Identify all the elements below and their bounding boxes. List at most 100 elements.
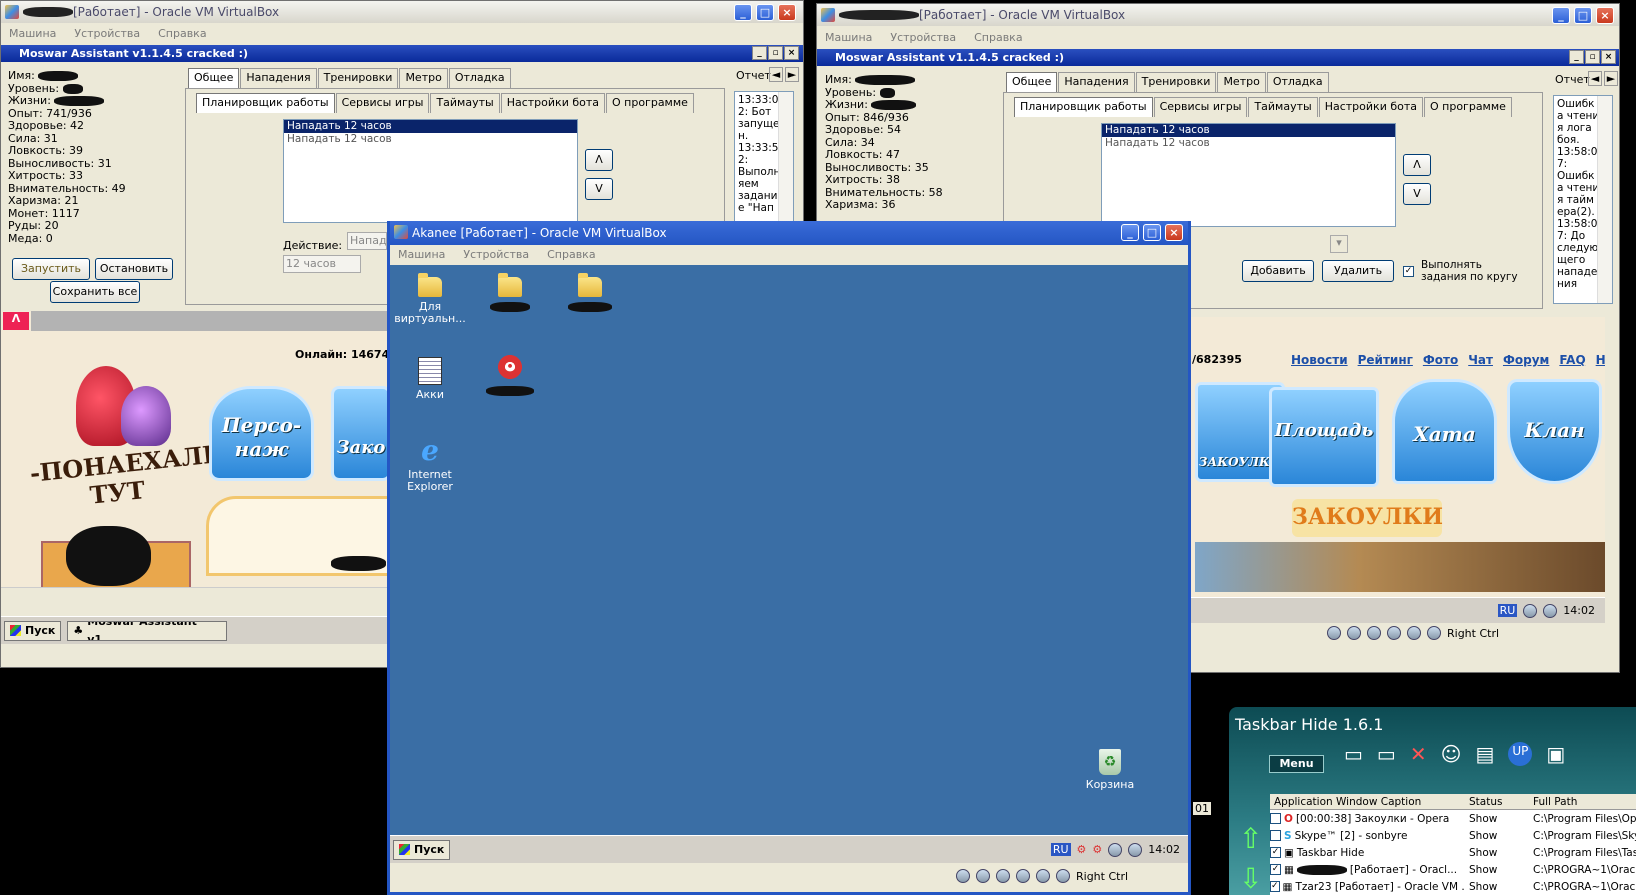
maximize-button[interactable]: □ (756, 4, 774, 21)
row-checkbox[interactable] (1270, 813, 1281, 824)
arrow-down-button[interactable]: ⇩ (1239, 862, 1262, 895)
tab-bot-settings[interactable]: Настройки бота (1318, 97, 1423, 117)
badge-hata[interactable]: Хата (1392, 379, 1497, 484)
menu-button[interactable]: Menu (1269, 755, 1324, 773)
assistant-title-bar[interactable]: Moswar Assistant v1.1.4.5 cracked :) _ ▫… (1, 45, 803, 62)
tab-about[interactable]: О программе (606, 93, 694, 113)
speech-icon[interactable]: ☺ (1441, 742, 1462, 766)
table-row[interactable]: S Skype™ [2] - sonbyre Show C:\Program Fi… (1270, 827, 1636, 844)
move-up-button[interactable]: Λ (1403, 154, 1431, 176)
badge-square[interactable]: Площадь (1269, 387, 1379, 487)
start-button-vm[interactable]: Пуск (4, 620, 62, 641)
tab-scheduler[interactable]: Планировщик работы (196, 93, 335, 113)
menu-help[interactable]: Справка (974, 31, 1022, 44)
tab-metro[interactable]: Метро (399, 68, 448, 88)
start-button[interactable]: Запустить (12, 258, 90, 280)
tab-general[interactable]: Общее (188, 68, 240, 88)
desktop-app-shortcut[interactable]: ⚙ (472, 353, 548, 397)
close-button[interactable]: × (1165, 224, 1183, 241)
link-forum[interactable]: Форум (1503, 353, 1549, 367)
minimize-button[interactable]: _ (734, 4, 752, 21)
lambda-button[interactable]: Λ (3, 312, 29, 330)
link-photo[interactable]: Фото (1423, 353, 1458, 367)
assistant-close[interactable]: × (1601, 50, 1616, 64)
report-next[interactable]: ► (1604, 71, 1618, 86)
action-select[interactable]: Напада (347, 232, 387, 250)
tab-training[interactable]: Тренировки (317, 68, 399, 88)
task-item[interactable]: Нападать 12 часов (284, 120, 577, 133)
tab-general[interactable]: Общее (1006, 72, 1058, 92)
lang-indicator[interactable]: RU (1497, 604, 1518, 617)
tab-scheduler[interactable]: Планировщик работы (1014, 97, 1153, 117)
screen-icon[interactable]: ▣ (1546, 742, 1565, 766)
menu-machine[interactable]: Машина (9, 27, 56, 40)
tab-game-services[interactable]: Сервисы игры (335, 93, 430, 113)
task-list[interactable]: Нападать 12 часов Нападать 12 часов (1101, 123, 1396, 227)
tab-metro[interactable]: Метро (1217, 72, 1266, 92)
tab-about[interactable]: О программе (1424, 97, 1512, 117)
assistant-restore[interactable]: ▫ (1585, 50, 1600, 64)
title-bar[interactable]: [Работает] - Oracle VM VirtualBox (817, 4, 1619, 26)
desktop-akki[interactable]: Акки (392, 357, 468, 401)
title-bar[interactable]: Akanee [Работает] - Oracle VM VirtualBox (390, 221, 1188, 245)
monitor-show-icon[interactable]: ▭ (1377, 742, 1396, 766)
menu-help[interactable]: Справка (547, 248, 595, 261)
settings-icon[interactable]: ▤ (1475, 742, 1494, 766)
tab-training[interactable]: Тренировки (1135, 72, 1217, 92)
column-caption[interactable]: Application Window Caption (1270, 796, 1465, 808)
assistant-close[interactable]: × (784, 46, 799, 60)
table-row[interactable]: ✓ ▦ [Работает] - Oracl... Show C:\PROGRA~1… (1270, 861, 1636, 878)
monitor-icon[interactable]: ▭ (1344, 742, 1363, 766)
link-rating[interactable]: Рейтинг (1358, 353, 1413, 367)
close-button[interactable]: × (778, 4, 796, 21)
column-path[interactable]: Full Path (1529, 796, 1636, 808)
link-news[interactable]: Новости (1291, 353, 1348, 367)
stop-button[interactable]: Остановить (95, 258, 173, 280)
tab-timeouts[interactable]: Таймауты (1248, 97, 1318, 117)
assistant-minimize[interactable]: _ (1569, 50, 1584, 64)
desktop-folder[interactable] (472, 273, 548, 313)
assistant-title-bar[interactable]: Moswar Assistant v1.1.4.5 cracked :) _ ▫… (817, 49, 1619, 66)
row-checkbox[interactable]: ✓ (1270, 864, 1281, 875)
menu-help[interactable]: Справка (158, 27, 206, 40)
tab-bot-settings[interactable]: Настройки бота (500, 93, 605, 113)
table-row[interactable]: O [00:00:38] Закоулки - Opera Show C:\Pro… (1270, 810, 1636, 827)
report-prev[interactable]: ◄ (1588, 71, 1602, 86)
link-faq[interactable]: FAQ (1559, 353, 1585, 367)
add-button[interactable]: Добавить (1242, 260, 1314, 282)
desktop-folder[interactable]: Для виртуальн... (392, 273, 468, 325)
taskbar-item-assistant[interactable]: ♣ Moswar Assistant v1.... (67, 620, 228, 641)
move-down-button[interactable]: V (1403, 183, 1431, 205)
lang-indicator[interactable]: RU (1050, 843, 1071, 856)
menu-devices[interactable]: Устройства (74, 27, 140, 40)
start-button-guest[interactable]: Пуск (393, 839, 451, 860)
minimize-button[interactable]: _ (1552, 7, 1570, 24)
action-select-arrow[interactable]: ▾ (1330, 235, 1348, 253)
hours-select[interactable]: 12 часов (283, 255, 361, 273)
monitor-hide-icon[interactable]: ✕ (1410, 742, 1427, 766)
report-prev[interactable]: ◄ (769, 67, 783, 82)
badge-clan[interactable]: Клан (1507, 379, 1602, 484)
table-row[interactable]: ✓ ▦ Tzar23 [Работает] - Oracle VM ... Show… (1270, 878, 1636, 895)
menu-machine[interactable]: Машина (825, 31, 872, 44)
row-checkbox[interactable]: ✓ (1270, 847, 1281, 858)
maximize-button[interactable]: □ (1574, 7, 1592, 24)
menu-machine[interactable]: Машина (398, 248, 445, 261)
up-icon[interactable]: UP (1508, 742, 1533, 766)
save-all-button[interactable]: Сохранить все (50, 281, 140, 303)
desktop-recycle-bin[interactable]: ♻ Корзина (1072, 749, 1148, 791)
row-checkbox[interactable] (1270, 830, 1281, 841)
tab-game-services[interactable]: Сервисы игры (1153, 97, 1248, 117)
table-row[interactable]: ✓ ▣ Taskbar Hide Show C:\Program Files\Tas (1270, 844, 1636, 861)
desktop-internet-explorer[interactable]: e Internet Explorer (392, 437, 468, 493)
arrow-up-button[interactable]: ⇧ (1239, 822, 1262, 855)
task-item[interactable]: Нападать 12 часов (1102, 137, 1395, 150)
assistant-restore[interactable]: ▫ (768, 46, 783, 60)
badge-persona[interactable]: Персо-наж (209, 386, 314, 481)
tab-timeouts[interactable]: Таймауты (430, 93, 500, 113)
task-item[interactable]: Нападать 12 часов (284, 133, 577, 146)
assistant-minimize[interactable]: _ (752, 46, 767, 60)
column-status[interactable]: Status (1465, 796, 1529, 808)
report-next[interactable]: ► (785, 67, 799, 82)
tab-debug[interactable]: Отладка (1266, 72, 1329, 92)
